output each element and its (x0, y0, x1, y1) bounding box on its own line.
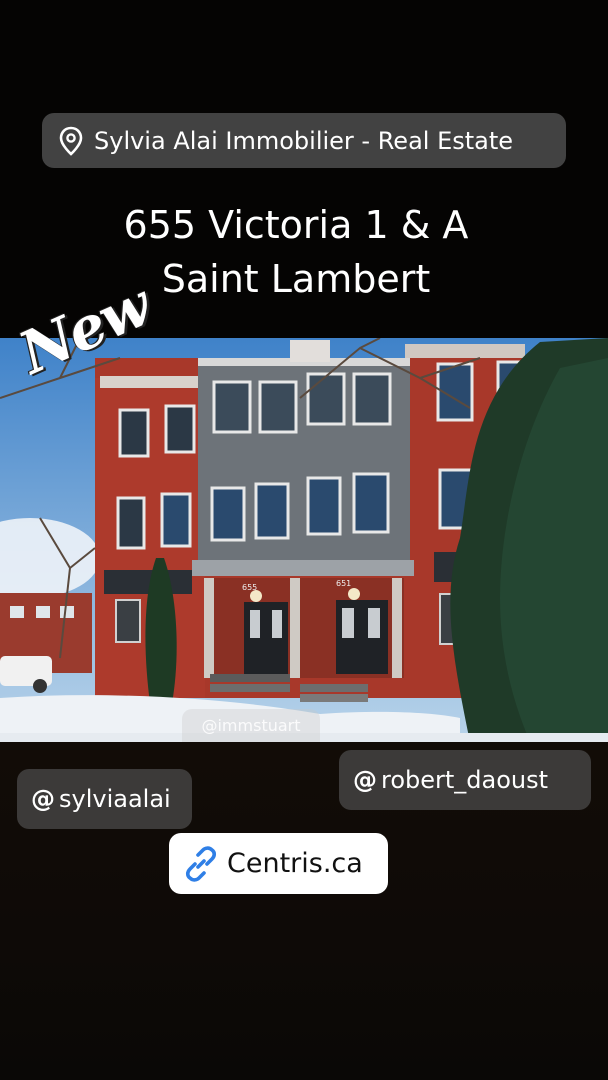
mention-handle: robert_daoust (381, 766, 549, 794)
link-label: Centris.ca (227, 848, 363, 879)
at-icon: @ (31, 785, 55, 813)
mention-sticker-sylviaalai[interactable]: @ sylviaalai (17, 769, 192, 829)
link-icon (185, 845, 217, 882)
location-label: Sylvia Alai Immobilier - Real Estate (94, 126, 514, 155)
property-photo: 655 651 (0, 338, 608, 742)
link-sticker-centris[interactable]: Centris.ca (169, 833, 388, 894)
mention-handle: sylviaalai (59, 785, 171, 813)
door-number-right: 651 (336, 579, 351, 588)
location-sticker[interactable]: Sylvia Alai Immobilier - Real Estate (42, 113, 566, 168)
mention-sticker-robert-daoust[interactable]: @ robert_daoust (339, 750, 591, 810)
location-pin-icon (59, 126, 83, 156)
photo-watermark: @immstuart (182, 709, 320, 743)
story-frame: Sylvia Alai Immobilier - Real Estate 655… (0, 0, 608, 1080)
at-icon: @ (353, 766, 377, 794)
listing-address: 655 Victoria 1 & A (123, 203, 469, 247)
building-illustration: 655 651 (0, 338, 608, 742)
